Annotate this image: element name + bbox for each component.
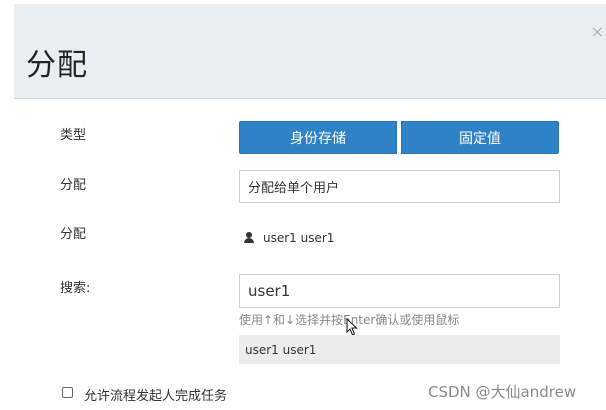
assignee-value: user1 user1 [263,231,335,245]
allow-initiator-complete-checkbox[interactable] [62,387,73,398]
type-option-identity-store[interactable]: 身份存储 [239,121,397,154]
dialog-header: 分配 × [14,4,606,99]
type-label: 类型 [60,128,87,143]
search-label: 搜索: [60,281,91,296]
assign-type-select[interactable]: 分配给单个用户 [239,170,560,203]
assignee-label: 分配 [60,227,87,242]
search-input[interactable] [239,274,560,308]
assign-type-value: 分配给单个用户 [248,181,340,196]
watermark: CSDN @大仙andrew [428,383,577,401]
assign-label: 分配 [60,178,87,193]
search-result-label: user1 user1 [245,342,317,357]
dialog-title: 分配 [26,48,88,83]
assignee-display: user1 user1 [243,231,334,245]
mouse-cursor-icon [346,318,358,336]
type-option-fixed-value[interactable]: 固定值 [401,121,559,154]
search-result-item[interactable]: user1 user1 [239,335,560,364]
user-icon [243,232,255,244]
close-icon[interactable]: × [591,22,604,41]
allow-initiator-complete-label: 允许流程发起人完成任务 [84,389,228,404]
